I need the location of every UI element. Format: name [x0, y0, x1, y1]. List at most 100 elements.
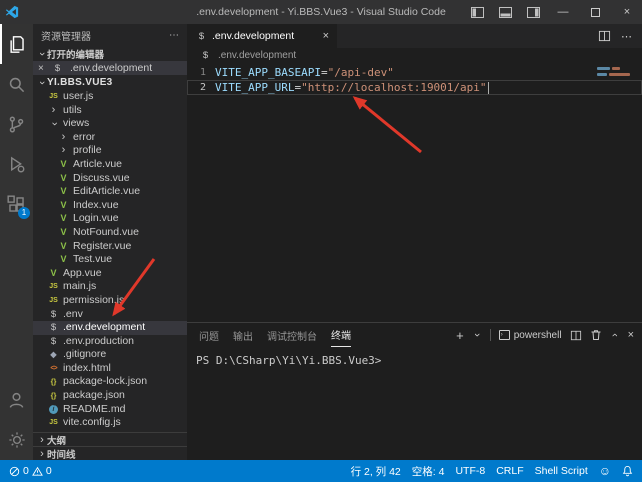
- cursor-position[interactable]: 行 2, 列 42: [351, 464, 401, 479]
- toggle-sidebar-icon[interactable]: [464, 0, 490, 24]
- problems-status[interactable]: 0 0: [9, 465, 52, 477]
- editor-tab[interactable]: .env.development ×: [187, 24, 337, 48]
- close-panel-icon[interactable]: ×: [628, 329, 634, 341]
- close-button[interactable]: ×: [612, 0, 642, 24]
- tree-item[interactable]: Register.vue: [33, 240, 187, 254]
- tree-item[interactable]: vite.config.js: [33, 416, 187, 430]
- status-bar: 0 0 行 2, 列 42 空格: 4 UTF-8 CRLF Shell Scr…: [0, 460, 642, 482]
- terminal-prompt: PS D:\CSharp\Yi\Yi.BBS.Vue3>: [196, 354, 381, 367]
- activity-extensions[interactable]: 1: [0, 184, 33, 224]
- more-actions-icon[interactable]: ⋯: [169, 30, 179, 41]
- vscode-window: .env.development - Yi.BBS.Vue3 - Visual …: [0, 0, 642, 482]
- maximize-button[interactable]: [580, 0, 610, 24]
- tree-item[interactable]: user.js: [33, 90, 187, 104]
- file-icon: [47, 375, 60, 389]
- open-editors-section[interactable]: › 打开的编辑器: [33, 46, 187, 61]
- tree-item[interactable]: Login.vue: [33, 212, 187, 226]
- split-terminal-icon[interactable]: [570, 330, 582, 341]
- activity-explorer[interactable]: [0, 24, 33, 64]
- eol-status[interactable]: CRLF: [496, 465, 523, 477]
- panel-tab[interactable]: 输出: [233, 323, 253, 347]
- feedback-smiley-icon[interactable]: ☺: [599, 464, 611, 478]
- explorer-sidebar: 资源管理器 ⋯ › 打开的编辑器 × .env.development › YI…: [33, 24, 187, 460]
- tree-item-label: package.json: [63, 389, 125, 403]
- terminal-output[interactable]: PS D:\CSharp\Yi\Yi.BBS.Vue3>: [187, 347, 642, 460]
- tree-item-label: Test.vue: [73, 253, 112, 267]
- new-terminal-icon[interactable]: +: [456, 328, 464, 343]
- tree-item[interactable]: .gitignore: [33, 348, 187, 362]
- terminal-dropdown-icon[interactable]: ›: [471, 330, 483, 340]
- outline-section[interactable]: › 大纲: [33, 432, 187, 446]
- tree-item[interactable]: main.js: [33, 280, 187, 294]
- split-editor-icon[interactable]: [598, 30, 611, 42]
- project-section-header[interactable]: › YI.BBS.VUE3: [33, 75, 187, 90]
- tree-item-label: .env.development: [63, 321, 145, 335]
- tree-item[interactable]: EditArticle.vue: [33, 185, 187, 199]
- tree-item[interactable]: Index.vue: [33, 199, 187, 213]
- file-icon: [57, 172, 70, 186]
- tree-item[interactable]: .env.production: [33, 335, 187, 349]
- activity-account[interactable]: [0, 380, 33, 420]
- chevron-right-icon: ›: [37, 448, 47, 460]
- file-icon: [57, 199, 70, 213]
- activity-search[interactable]: [0, 64, 33, 104]
- tree-item[interactable]: README.md: [33, 403, 187, 417]
- activity-settings[interactable]: [0, 420, 33, 460]
- file-icon: [57, 253, 70, 267]
- file-icon: [57, 158, 70, 172]
- panel-tab[interactable]: 终端: [331, 323, 351, 347]
- file-icon: [47, 280, 60, 294]
- error-icon: [9, 466, 20, 477]
- indentation-status[interactable]: 空格: 4: [412, 464, 445, 479]
- chevron-right-icon: ›: [37, 434, 47, 446]
- tree-item[interactable]: utils: [33, 104, 187, 118]
- tree-item[interactable]: views: [33, 117, 187, 131]
- tree-item[interactable]: error: [33, 131, 187, 145]
- tree-item[interactable]: permission.js: [33, 294, 187, 308]
- tree-item[interactable]: profile: [33, 144, 187, 158]
- title-bar: .env.development - Yi.BBS.Vue3 - Visual …: [0, 0, 642, 24]
- toggle-panel-icon[interactable]: [492, 0, 518, 24]
- shell-selector[interactable]: › powershell: [499, 330, 562, 341]
- activity-run-debug[interactable]: [0, 144, 33, 184]
- file-icon: [47, 348, 60, 362]
- tree-item-label: App.vue: [63, 267, 102, 281]
- panel-tab[interactable]: 问题: [199, 323, 219, 347]
- code-editor[interactable]: 1 VITE_APP_BASEAPI="/api-dev" 2 VITE_APP…: [187, 63, 642, 322]
- minimap[interactable]: [597, 67, 639, 76]
- tree-item-label: package-lock.json: [63, 375, 147, 389]
- tree-item[interactable]: package-lock.json: [33, 375, 187, 389]
- encoding-status[interactable]: UTF-8: [455, 465, 485, 477]
- chevron-down-icon: ›: [36, 49, 48, 59]
- tree-item[interactable]: .env.development: [33, 321, 187, 335]
- open-editor-item[interactable]: × .env.development: [33, 61, 187, 75]
- editor-more-actions-icon[interactable]: ⋯: [621, 30, 632, 43]
- toggle-secondary-sidebar-icon[interactable]: [520, 0, 546, 24]
- tree-item[interactable]: .env: [33, 308, 187, 322]
- panel-tab[interactable]: 调试控制台: [267, 323, 317, 347]
- file-icon: [57, 131, 70, 145]
- minimize-button[interactable]: —: [548, 0, 578, 24]
- notifications-bell-icon[interactable]: [622, 465, 633, 477]
- tree-item[interactable]: NotFound.vue: [33, 226, 187, 240]
- language-mode[interactable]: Shell Script: [535, 465, 588, 477]
- tree-item-label: Article.vue: [73, 158, 122, 172]
- tree-item[interactable]: package.json: [33, 389, 187, 403]
- tree-item[interactable]: Test.vue: [33, 253, 187, 267]
- breadcrumb[interactable]: .env.development: [187, 48, 642, 63]
- timeline-section[interactable]: › 时间线: [33, 446, 187, 460]
- tab-close-icon[interactable]: ×: [323, 30, 329, 42]
- kill-terminal-trash-icon[interactable]: [590, 329, 602, 341]
- tree-item-label: README.md: [63, 403, 125, 417]
- source-control-icon: [7, 115, 26, 134]
- tree-item[interactable]: Article.vue: [33, 158, 187, 172]
- tree-item[interactable]: Discuss.vue: [33, 172, 187, 186]
- env-var-value: "/api-dev": [328, 65, 394, 80]
- activity-source-control[interactable]: [0, 104, 33, 144]
- tree-item[interactable]: index.html: [33, 362, 187, 376]
- tree-item-label: index.html: [63, 362, 111, 376]
- tree-item[interactable]: App.vue: [33, 267, 187, 281]
- maximize-panel-icon[interactable]: ›: [609, 330, 621, 340]
- close-icon[interactable]: ×: [38, 63, 48, 74]
- editor-tab-bar: .env.development × ⋯: [187, 24, 642, 48]
